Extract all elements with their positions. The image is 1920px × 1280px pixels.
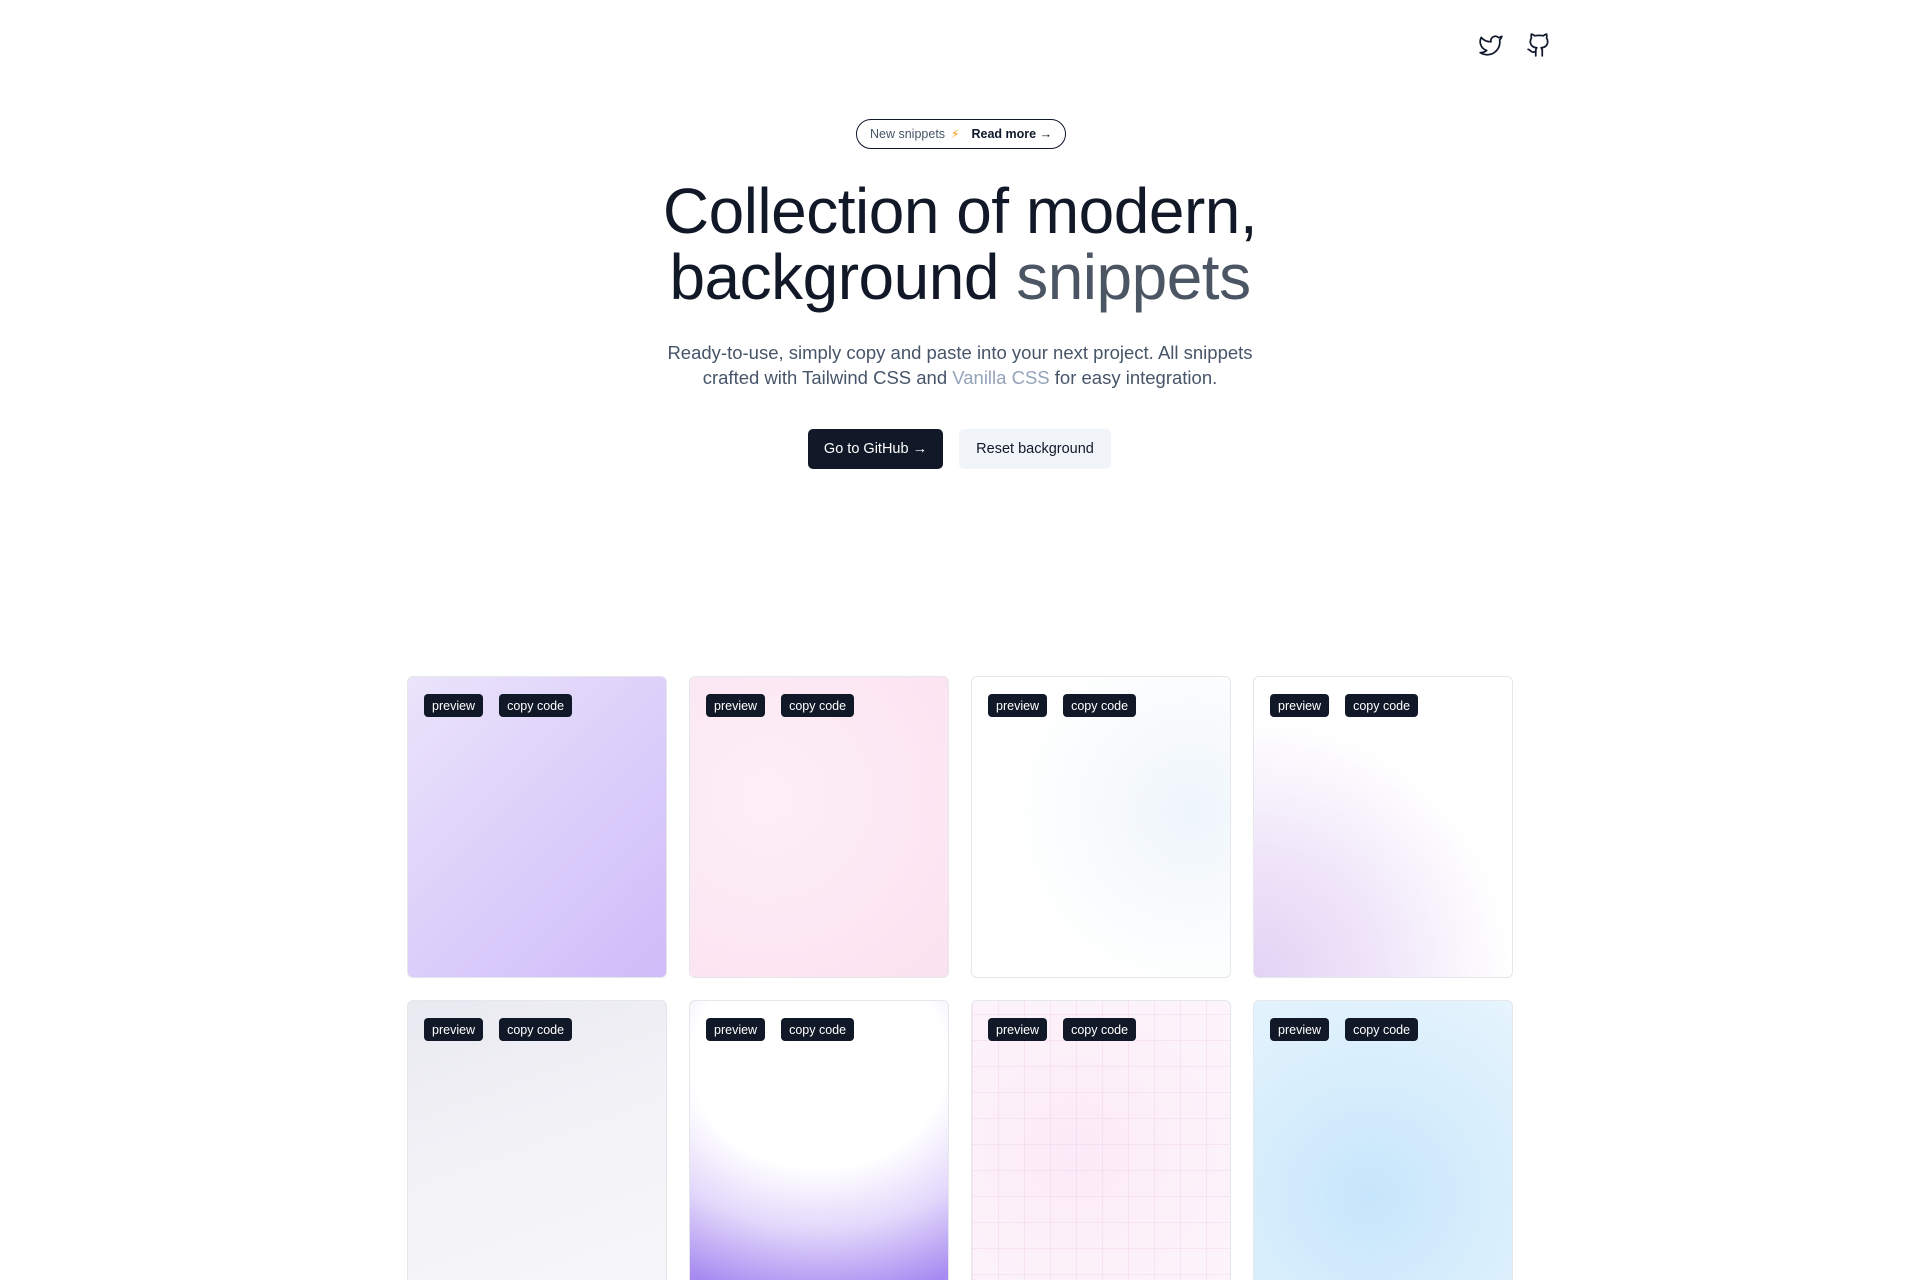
- card-actions: preview copy code: [988, 694, 1137, 717]
- subtitle-line-2a: crafted with Tailwind CSS and: [702, 367, 948, 388]
- copy-code-button[interactable]: copy code: [1063, 694, 1137, 717]
- vanilla-css-link[interactable]: Vanilla CSS: [952, 367, 1049, 388]
- snippet-card: preview copy code: [407, 1000, 667, 1280]
- preview-button[interactable]: preview: [424, 694, 484, 717]
- snippet-card: preview copy code: [971, 1000, 1231, 1280]
- card-actions: preview copy code: [1270, 694, 1419, 717]
- twitter-icon[interactable]: [1478, 32, 1504, 58]
- top-nav: [1478, 32, 1552, 58]
- snippet-card: preview copy code: [407, 676, 667, 978]
- card-actions: preview copy code: [1270, 1018, 1419, 1041]
- read-more-link[interactable]: Read more →: [971, 127, 1052, 141]
- snippet-grid: preview copy code preview copy code prev…: [407, 676, 1515, 1280]
- preview-button[interactable]: preview: [706, 694, 766, 717]
- snippet-card: preview copy code: [1253, 676, 1513, 978]
- copy-code-button[interactable]: copy code: [499, 694, 573, 717]
- page-title: Collection of modern, background snippet…: [0, 178, 1920, 310]
- snippet-card: preview copy code: [689, 1000, 949, 1280]
- subtitle-line-2b: for easy integration.: [1054, 367, 1218, 388]
- title-line-1: Collection of modern,: [662, 175, 1258, 247]
- preview-button[interactable]: preview: [1270, 694, 1330, 717]
- card-actions: preview copy code: [706, 694, 855, 717]
- card-actions: preview copy code: [706, 1018, 855, 1041]
- card-actions: preview copy code: [424, 694, 573, 717]
- card-actions: preview copy code: [424, 1018, 573, 1041]
- preview-button[interactable]: preview: [1270, 1018, 1330, 1041]
- announcement-label: New snippets: [870, 127, 946, 141]
- preview-button[interactable]: preview: [988, 1018, 1048, 1041]
- card-actions: preview copy code: [988, 1018, 1137, 1041]
- subtitle-line-1: Ready-to-use, simply copy and paste into…: [667, 342, 1253, 363]
- title-line-2b: snippets: [1016, 241, 1251, 313]
- preview-button[interactable]: preview: [424, 1018, 484, 1041]
- snippet-card: preview copy code: [971, 676, 1231, 978]
- copy-code-button[interactable]: copy code: [1345, 1018, 1419, 1041]
- preview-button[interactable]: preview: [706, 1018, 766, 1041]
- copy-code-button[interactable]: copy code: [1063, 1018, 1137, 1041]
- snippet-card: preview copy code: [1253, 1000, 1513, 1280]
- preview-button[interactable]: preview: [988, 694, 1048, 717]
- go-to-github-button[interactable]: Go to GitHub →: [808, 429, 943, 469]
- announcement-pill[interactable]: New snippets ⚡ Read more →: [856, 119, 1067, 149]
- title-line-2a: background: [669, 241, 999, 313]
- github-icon[interactable]: [1526, 32, 1552, 58]
- reset-background-button[interactable]: Reset background: [959, 429, 1111, 469]
- snippet-card: preview copy code: [689, 676, 949, 978]
- copy-code-button[interactable]: copy code: [499, 1018, 573, 1041]
- page: New snippets ⚡ Read more → Collection of…: [0, 0, 1920, 1280]
- hero-subtitle: Ready-to-use, simply copy and paste into…: [0, 340, 1920, 390]
- copy-code-button[interactable]: copy code: [1345, 694, 1419, 717]
- lightning-icon: ⚡: [951, 127, 960, 141]
- copy-code-button[interactable]: copy code: [781, 1018, 855, 1041]
- copy-code-button[interactable]: copy code: [781, 694, 855, 717]
- cta-buttons: Go to GitHub → Reset background: [808, 429, 1111, 469]
